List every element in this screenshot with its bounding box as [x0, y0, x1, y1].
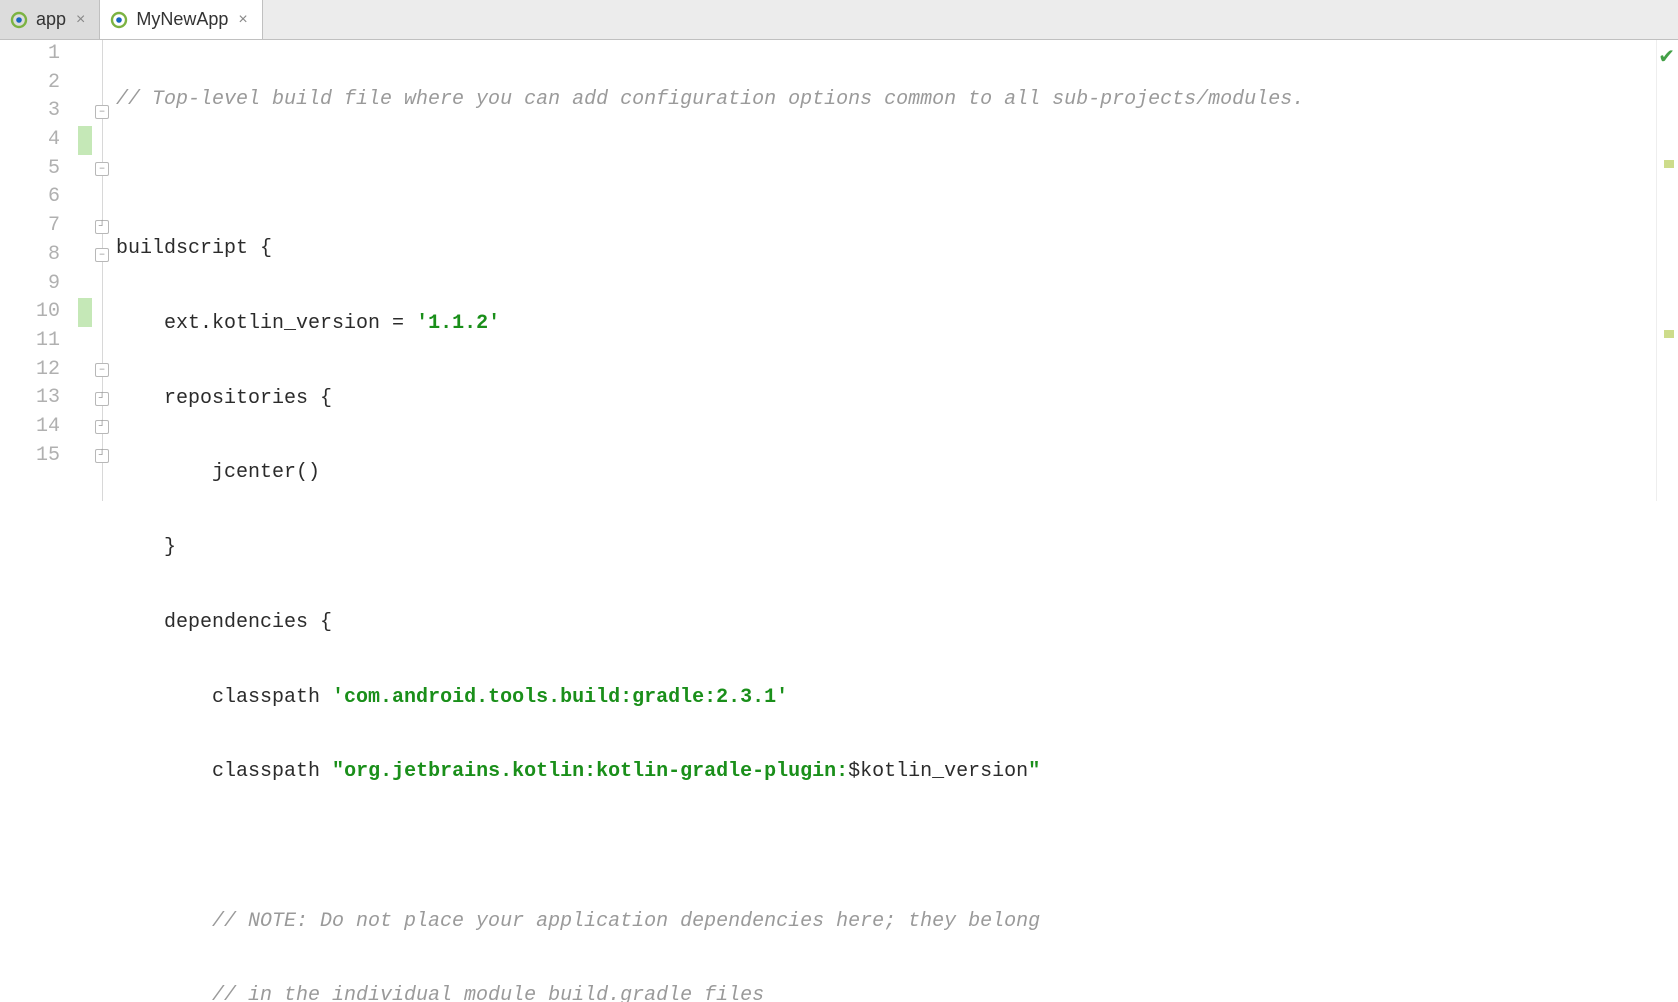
line-number-gutter: 1 2 3 4 5 6 7 8 9 10 11 12 13 14 15	[0, 40, 78, 501]
code-string: "	[1028, 760, 1040, 783]
code-comment: // Top-level build file where you can ad…	[116, 88, 1304, 111]
line-number: 1	[0, 40, 60, 69]
code-text: classpath	[116, 686, 332, 709]
code-comment: // NOTE: Do not place your application d…	[116, 910, 1040, 933]
line-number: 6	[0, 183, 60, 212]
line-number: 7	[0, 212, 60, 241]
fold-toggle-icon[interactable]: –	[95, 162, 109, 176]
fold-end-icon[interactable]: ┘	[95, 449, 109, 463]
close-icon[interactable]: ×	[74, 11, 87, 29]
line-number: 5	[0, 155, 60, 184]
tab-mynewapp[interactable]: MyNewApp ×	[100, 0, 262, 39]
code-text: }	[116, 536, 176, 559]
line-number: 4	[0, 126, 60, 155]
checkmark-icon: ✔	[1658, 44, 1675, 70]
line-number: 9	[0, 270, 60, 299]
code-text: buildscript {	[116, 237, 272, 260]
line-number: 2	[0, 69, 60, 98]
code-string: '1.1.2'	[416, 312, 500, 335]
line-number: 11	[0, 327, 60, 356]
code-text: jcenter()	[116, 461, 320, 484]
tab-label: MyNewApp	[136, 9, 228, 30]
tab-label: app	[36, 9, 66, 30]
change-marker	[78, 298, 92, 327]
code-editor[interactable]: 1 2 3 4 5 6 7 8 9 10 11 12 13 14 15 – – …	[0, 40, 1678, 501]
inspection-gutter: ✔	[1656, 40, 1678, 501]
code-text: repositories {	[116, 387, 332, 410]
line-number: 14	[0, 413, 60, 442]
code-comment: // in the individual module build.gradle…	[116, 984, 764, 1002]
tab-app[interactable]: app ×	[0, 0, 100, 39]
gradle-file-icon	[10, 11, 28, 29]
inspection-marker[interactable]	[1664, 160, 1674, 168]
line-number: 8	[0, 241, 60, 270]
code-text: ext.kotlin_version =	[116, 312, 416, 335]
change-marker	[78, 126, 92, 155]
code-text: $kotlin_version	[848, 760, 1028, 783]
fold-toggle-icon[interactable]: –	[95, 363, 109, 377]
fold-gutter: – – ┘ – – ┘ ┘ ┘	[92, 40, 116, 501]
code-area[interactable]: // Top-level build file where you can ad…	[116, 40, 1656, 501]
fold-end-icon[interactable]: ┘	[95, 420, 109, 434]
line-number: 10	[0, 298, 60, 327]
editor-tabs: app × MyNewApp ×	[0, 0, 1678, 40]
inspection-marker[interactable]	[1664, 330, 1674, 338]
line-number: 12	[0, 356, 60, 385]
fold-end-icon[interactable]: ┘	[95, 220, 109, 234]
code-string: 'com.android.tools.build:gradle:2.3.1'	[332, 686, 788, 709]
line-number: 13	[0, 384, 60, 413]
line-number: 15	[0, 442, 60, 471]
close-icon[interactable]: ×	[236, 11, 249, 29]
code-text: dependencies {	[116, 611, 332, 634]
code-text: classpath	[116, 760, 332, 783]
code-string: "	[332, 760, 344, 783]
line-number: 3	[0, 97, 60, 126]
change-marker-gutter	[78, 40, 92, 501]
fold-toggle-icon[interactable]: –	[95, 105, 109, 119]
gradle-file-icon	[110, 11, 128, 29]
code-string: org.jetbrains.kotlin:kotlin-gradle-plugi…	[344, 760, 848, 783]
fold-toggle-icon[interactable]: –	[95, 248, 109, 262]
fold-end-icon[interactable]: ┘	[95, 392, 109, 406]
